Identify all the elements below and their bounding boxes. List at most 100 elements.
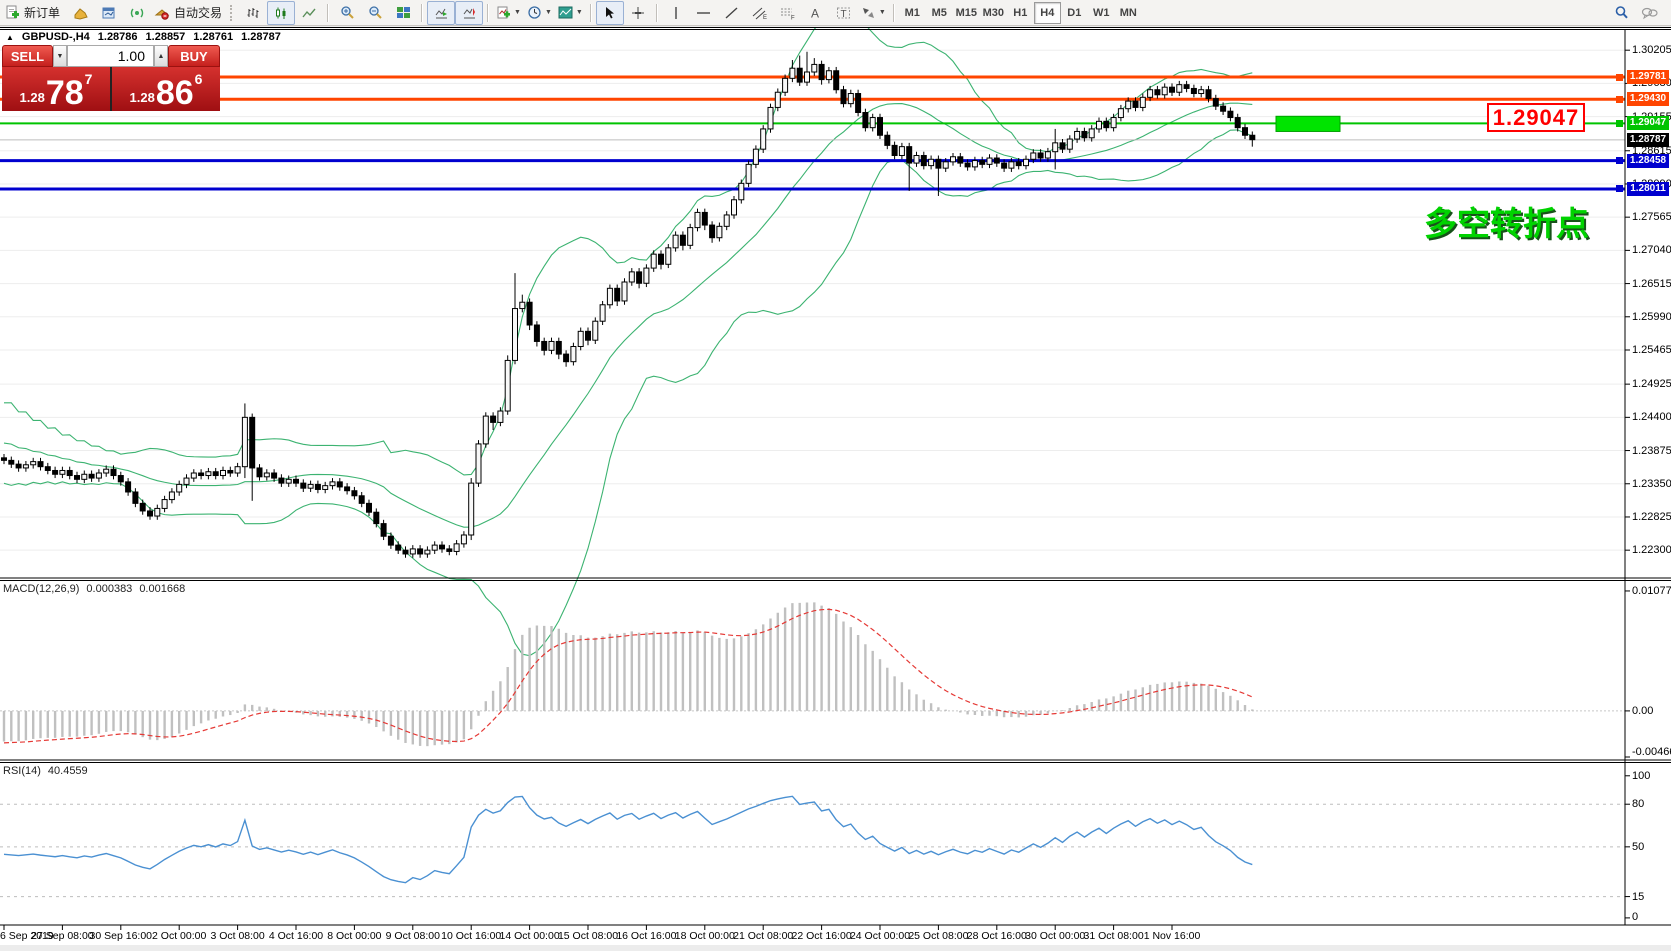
chat-button[interactable] [1635,1,1663,25]
new-order-icon [5,5,20,20]
horizontal-line-icon [696,6,711,20]
tab-timeframe-m15[interactable]: M15 [953,2,980,24]
chart-window[interactable]: ▲ GBPUSD-,H4 1.28786 1.28857 1.28761 1.2… [0,27,1671,945]
templates-button[interactable]: ▼ [555,1,586,25]
cursor-icon [603,6,616,20]
svg-text:T: T [841,9,847,20]
chart-shift-button[interactable] [455,1,483,25]
timeframe-group: M1 M5 M15 M30 H1 H4 D1 W1 MN [899,1,1142,25]
auto-trading-button[interactable]: 自动交易 [151,1,229,25]
zoom-out-button[interactable] [361,1,389,25]
sell-button[interactable]: SELL [2,45,53,67]
trendline-button[interactable] [718,1,746,25]
charts-icon [73,6,89,20]
toolbar-separator [487,4,489,22]
cursor-button[interactable] [596,1,624,25]
svg-text:F: F [791,15,795,20]
tile-windows-button[interactable] [389,1,417,25]
chat-icon [1641,6,1658,20]
bar-chart-button[interactable] [239,1,267,25]
vertical-line-button[interactable] [662,1,690,25]
fibonacci-button[interactable]: F [774,1,802,25]
text-icon: A [809,6,822,20]
candlestick-chart-button[interactable] [267,1,295,25]
text-button[interactable]: A [802,1,830,25]
toolbar-separator [590,4,592,22]
toolbar-separator [327,4,329,22]
zoom-out-icon [368,5,383,20]
bid-price-display[interactable]: 1.28 78 7 [2,67,110,111]
toolbar-separator [421,4,423,22]
tab-timeframe-d1[interactable]: D1 [1061,2,1088,24]
chart-shift-icon [462,6,477,20]
arrows-button[interactable]: ▼ [858,1,889,25]
ask-price-small: 1.28 [130,90,155,105]
crosshair-icon [631,6,645,20]
tile-windows-icon [396,6,411,20]
market-watch-icon [101,6,117,20]
tab-timeframe-m30[interactable]: M30 [980,2,1007,24]
crosshair-button[interactable] [624,1,652,25]
svg-text:A: A [811,6,819,20]
templates-icon [558,6,573,19]
line-chart-icon [302,6,316,20]
svg-text:E: E [763,15,767,20]
candlestick-chart-icon [274,6,288,20]
indicators-dropdown-arrow[interactable]: ▼ [514,9,521,16]
ask-price-display[interactable]: 1.28 86 6 [112,67,220,111]
equidistant-channel-button[interactable]: E [746,1,774,25]
tab-timeframe-mn[interactable]: MN [1115,2,1142,24]
bar-chart-icon [246,6,260,20]
tab-timeframe-w1[interactable]: W1 [1088,2,1115,24]
volume-increase-button[interactable]: ▲ [154,45,168,67]
vertical-line-icon [670,6,682,20]
status-strip [0,945,1671,951]
signals-icon [130,6,145,20]
ask-price-pip: 6 [195,71,203,87]
indicators-icon [496,6,511,20]
arrows-icon [861,6,876,20]
equidistant-channel-icon: E [752,6,768,20]
trendline-icon [724,6,739,20]
one-click-trading-panel: SELL ▼ 1.00 ▲ BUY 1.28 78 7 1.28 86 6 [2,45,220,111]
main-toolbar: 新订单 自动交易 [0,0,1671,26]
periods-button[interactable]: ▼ [524,1,555,25]
horizontal-line-button[interactable] [690,1,718,25]
bid-price-pip: 7 [85,71,93,87]
tab-timeframe-m1[interactable]: M1 [899,2,926,24]
arrows-dropdown-arrow[interactable]: ▼ [879,9,886,16]
auto-trading-icon [154,6,170,20]
new-order-label: 新订单 [24,4,60,21]
new-order-button[interactable]: 新订单 [2,1,67,25]
auto-trading-label: 自动交易 [174,4,222,21]
toolbar-drag-handle [230,5,236,21]
text-label-icon: T [836,6,851,20]
toolbar-separator [656,4,658,22]
volume-decrease-button[interactable]: ▼ [53,45,67,67]
buy-button[interactable]: BUY [168,45,220,67]
zoom-in-button[interactable] [333,1,361,25]
periods-dropdown-arrow[interactable]: ▼ [545,9,552,16]
market-watch-button[interactable] [95,1,123,25]
tab-timeframe-h1[interactable]: H1 [1007,2,1034,24]
bid-price-big: 78 [46,78,84,108]
volume-input[interactable]: 1.00 [67,45,154,67]
tab-timeframe-m5[interactable]: M5 [926,2,953,24]
indicators-button[interactable]: ▼ [493,1,524,25]
ask-price-big: 86 [156,78,194,108]
templates-dropdown-arrow[interactable]: ▼ [576,9,583,16]
toolbar-separator [893,4,895,22]
periods-clock-icon [527,5,542,20]
search-button[interactable] [1607,1,1635,25]
search-icon [1614,5,1629,20]
tab-timeframe-h4[interactable]: H4 [1034,2,1061,24]
signals-button[interactable] [123,1,151,25]
charts-button[interactable] [67,1,95,25]
chart-canvas[interactable] [0,27,1671,945]
auto-scroll-button[interactable] [427,1,455,25]
zoom-in-icon [340,5,355,20]
auto-scroll-icon [434,6,449,20]
bid-price-small: 1.28 [20,90,45,105]
line-chart-button[interactable] [295,1,323,25]
text-label-button[interactable]: T [830,1,858,25]
